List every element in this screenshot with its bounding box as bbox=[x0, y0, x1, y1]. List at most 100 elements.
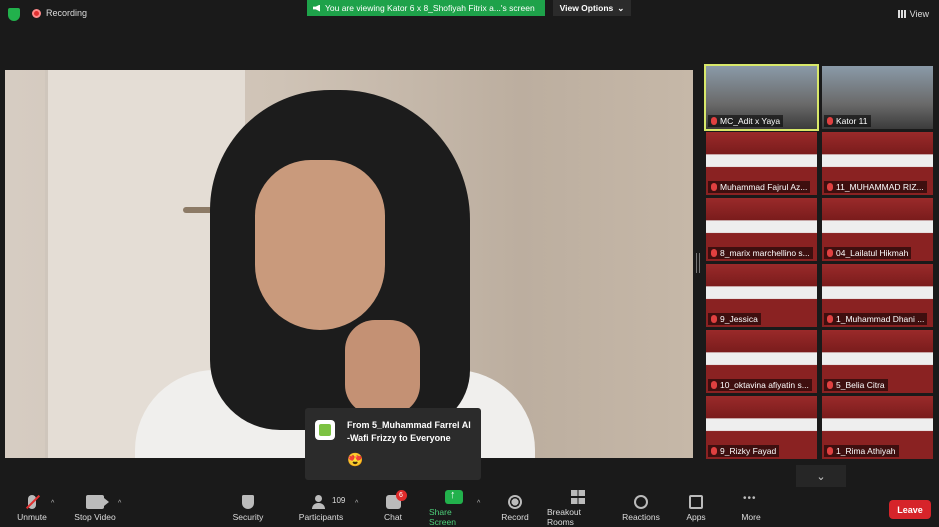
audio-options-caret-icon[interactable]: ^ bbox=[51, 500, 54, 507]
mic-muted-icon bbox=[827, 381, 833, 389]
speaker-face bbox=[255, 160, 385, 330]
stop-video-label: Stop Video bbox=[74, 511, 116, 522]
gallery-next-page-button[interactable]: ⌄ bbox=[796, 465, 846, 487]
meeting-toolbar: Unmute ^ Stop Video ^ Security 109 Parti… bbox=[0, 489, 939, 527]
share-screen-label: Share Screen bbox=[429, 506, 456, 527]
tile-label: 11_MUHAMMAD RIZ... bbox=[836, 182, 924, 192]
video-tile[interactable]: 04_Lailatul Hikmah bbox=[822, 198, 933, 261]
speaker-icon bbox=[313, 4, 320, 12]
security-button[interactable]: Security bbox=[230, 489, 266, 527]
mic-muted-icon bbox=[827, 183, 833, 191]
breakout-rooms-icon bbox=[571, 489, 585, 504]
video-tile[interactable]: MC_Adit x Yaya bbox=[704, 64, 819, 131]
tile-label: 9_Jessica bbox=[720, 314, 758, 324]
view-button-label: View bbox=[909, 9, 929, 19]
tile-label: 1_Muhammad Dhani ... bbox=[836, 314, 925, 324]
video-tile[interactable]: 1_Rima Athiyah bbox=[822, 396, 933, 459]
reactions-icon bbox=[634, 494, 648, 509]
speaker-hand bbox=[345, 320, 420, 415]
record-dot-icon bbox=[32, 8, 41, 18]
record-icon bbox=[508, 494, 522, 509]
grid-icon bbox=[897, 10, 906, 18]
share-screen-icon bbox=[445, 489, 463, 504]
video-tile[interactable]: Kator 11 bbox=[822, 66, 933, 129]
chat-badge: 6 bbox=[395, 489, 407, 501]
apps-button[interactable]: Apps bbox=[682, 489, 710, 527]
mic-muted-icon bbox=[28, 494, 36, 509]
share-options-caret-icon[interactable]: ^ bbox=[477, 500, 480, 507]
reactions-label: Reactions bbox=[622, 511, 660, 522]
participants-button[interactable]: 109 Participants bbox=[297, 489, 345, 527]
chat-label: Chat bbox=[384, 511, 402, 522]
unmute-button[interactable]: Unmute bbox=[14, 489, 50, 527]
mic-muted-icon bbox=[827, 315, 833, 323]
participants-caret-icon[interactable]: ^ bbox=[355, 500, 358, 507]
chat-notification[interactable]: From 5_Muhammad Farrel Al -Wafi Frizzy t… bbox=[305, 408, 481, 480]
video-tile[interactable]: 11_MUHAMMAD RIZ... bbox=[822, 132, 933, 195]
chat-button[interactable]: 6 Chat bbox=[381, 489, 407, 527]
recording-indicator[interactable]: Recording bbox=[32, 8, 87, 18]
chat-notification-text: From 5_Muhammad Farrel Al -Wafi Frizzy t… bbox=[347, 420, 471, 443]
viewing-banner-text: You are viewing Kator 6 x 8_Shofiyah Fit… bbox=[325, 3, 535, 13]
apps-icon bbox=[689, 494, 703, 509]
video-tile[interactable]: Muhammad Fajrul Az... bbox=[706, 132, 817, 195]
breakout-rooms-label: Breakout Rooms bbox=[547, 506, 582, 527]
security-label: Security bbox=[232, 511, 264, 522]
tile-label: 04_Lailatul Hikmah bbox=[836, 248, 909, 258]
mic-muted-icon bbox=[827, 447, 833, 455]
chevron-down-icon: ⌄ bbox=[816, 470, 826, 483]
tile-label: 9_Rizky Fayad bbox=[720, 446, 777, 456]
participants-label: Participants bbox=[298, 511, 344, 522]
shared-screen-video bbox=[5, 70, 693, 458]
gallery-panel: MC_Adit x Yaya Kator 11 Muhammad Fajrul … bbox=[704, 64, 934, 460]
breakout-rooms-button[interactable]: Breakout Rooms bbox=[547, 489, 609, 527]
tile-label: 8_marix marchellino s... bbox=[720, 248, 810, 258]
tile-label: MC_Adit x Yaya bbox=[720, 116, 781, 126]
mic-muted-icon bbox=[827, 117, 833, 125]
tile-label: 1_Rima Athiyah bbox=[836, 446, 896, 456]
tile-label: 10_oktavina afiyatin s... bbox=[720, 380, 809, 390]
video-tile[interactable]: 10_oktavina afiyatin s... bbox=[706, 330, 817, 393]
splitter-handle[interactable] bbox=[696, 253, 700, 273]
tile-label: Kator 11 bbox=[836, 116, 868, 126]
view-options-button[interactable]: View Options ⌄ bbox=[553, 0, 631, 16]
mic-muted-icon bbox=[711, 117, 717, 125]
tile-label: Muhammad Fajrul Az... bbox=[720, 182, 808, 192]
recording-label: Recording bbox=[46, 8, 88, 18]
leave-button[interactable]: Leave bbox=[889, 500, 931, 519]
more-label: More bbox=[741, 511, 761, 522]
reactions-button[interactable]: Reactions bbox=[621, 489, 661, 527]
viewing-banner: You are viewing Kator 6 x 8_Shofiyah Fit… bbox=[307, 0, 545, 16]
record-label: Record bbox=[501, 511, 529, 522]
apps-label: Apps bbox=[686, 511, 706, 522]
chat-app-icon bbox=[315, 420, 335, 440]
security-shield-icon[interactable] bbox=[8, 8, 20, 21]
door-handle bbox=[183, 207, 213, 213]
share-screen-button[interactable]: Share Screen bbox=[429, 489, 479, 527]
mic-muted-icon bbox=[711, 381, 717, 389]
more-button[interactable]: More bbox=[738, 489, 764, 527]
participants-count: 109 bbox=[332, 495, 346, 505]
record-button[interactable]: Record bbox=[499, 489, 531, 527]
video-tile[interactable]: 8_marix marchellino s... bbox=[706, 198, 817, 261]
top-bar: Recording You are viewing Kator 6 x 8_Sh… bbox=[0, 0, 939, 28]
video-tile[interactable]: 5_Belia Citra bbox=[822, 330, 933, 393]
view-button[interactable]: View bbox=[897, 9, 929, 19]
tile-label: 5_Belia Citra bbox=[836, 380, 885, 390]
unmute-label: Unmute bbox=[17, 511, 47, 522]
chat-icon: 6 bbox=[385, 489, 407, 509]
video-tile[interactable]: 9_Jessica bbox=[706, 264, 817, 327]
video-tile[interactable]: 1_Muhammad Dhani ... bbox=[822, 264, 933, 327]
mic-muted-icon bbox=[711, 447, 717, 455]
mic-muted-icon bbox=[711, 183, 717, 191]
stop-video-button[interactable]: Stop Video bbox=[72, 489, 118, 527]
shield-icon bbox=[242, 494, 254, 509]
chevron-down-icon: ⌄ bbox=[617, 2, 625, 13]
mic-muted-icon bbox=[711, 249, 717, 257]
camera-icon bbox=[86, 494, 109, 509]
more-icon bbox=[743, 493, 759, 509]
chat-emoji: 😍 bbox=[347, 452, 364, 467]
video-options-caret-icon[interactable]: ^ bbox=[118, 500, 121, 507]
participants-icon: 109 bbox=[312, 494, 345, 509]
video-tile[interactable]: 9_Rizky Fayad bbox=[706, 396, 817, 459]
